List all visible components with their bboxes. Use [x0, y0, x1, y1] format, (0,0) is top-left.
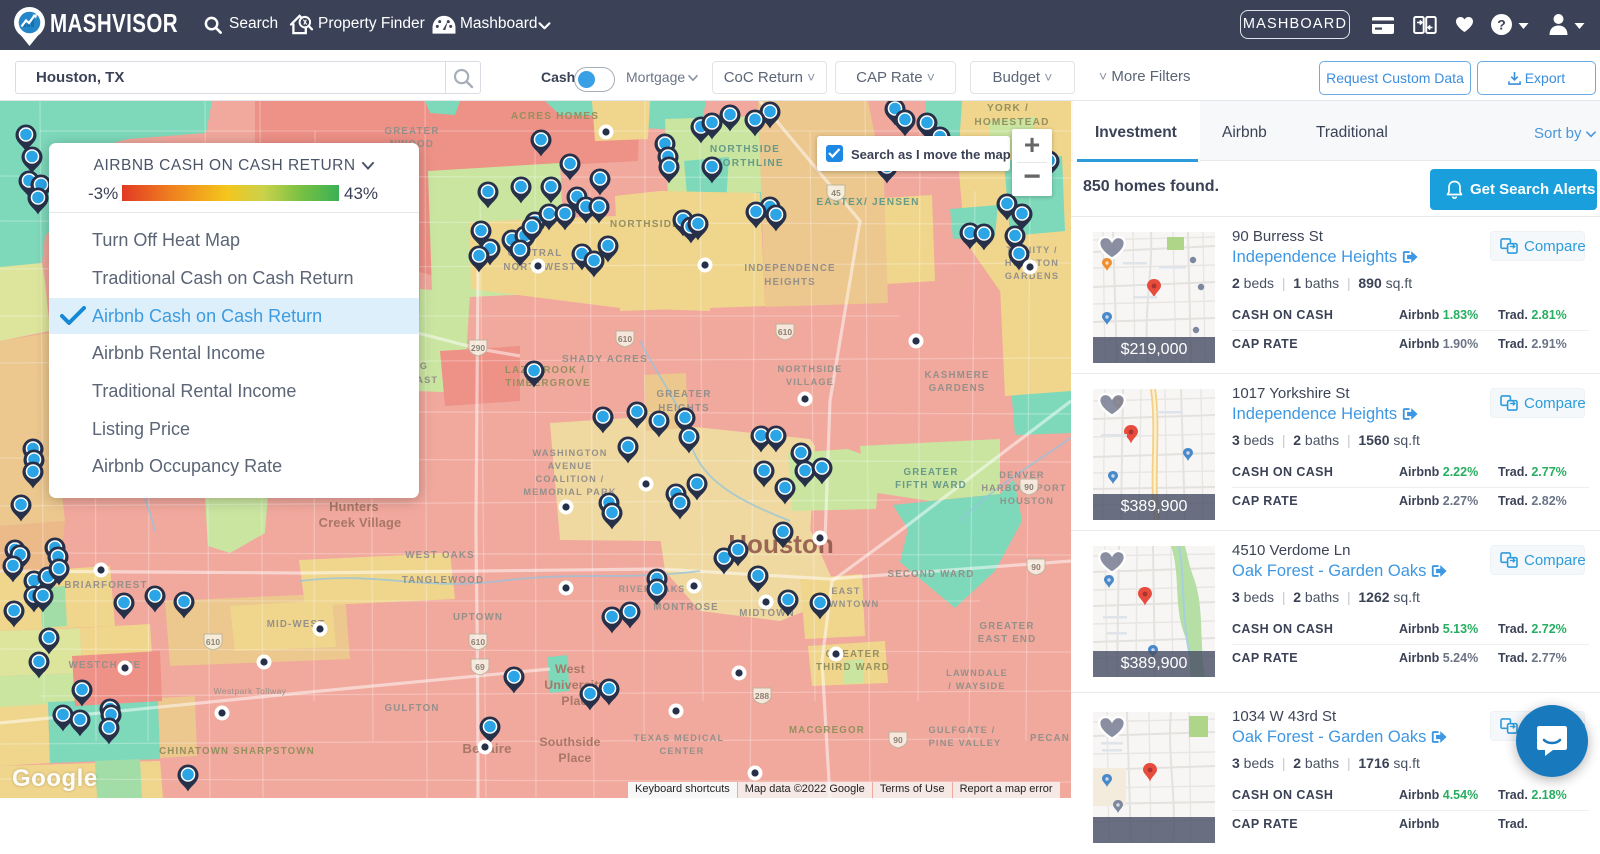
svg-text:Place: Place: [558, 751, 591, 765]
svg-text:GREATER: GREATER: [384, 126, 439, 137]
svg-text:90: 90: [1031, 562, 1041, 572]
svg-text:EAST END: EAST END: [978, 634, 1037, 645]
svg-text:ACRES HOMES: ACRES HOMES: [511, 111, 599, 122]
svg-text:290: 290: [471, 343, 485, 353]
svg-text:NORTHSIDE: NORTHSIDE: [610, 219, 680, 230]
svg-text:West: West: [555, 662, 585, 676]
svg-text:/ WAYSIDE: / WAYSIDE: [948, 681, 1005, 691]
svg-text:Creek Village: Creek Village: [319, 515, 402, 530]
svg-text:CENTER: CENTER: [660, 746, 705, 756]
svg-text:NORTHSIDE: NORTHSIDE: [710, 144, 780, 155]
svg-text:GULFTON: GULFTON: [384, 703, 439, 714]
svg-text:TANGLEWOOD: TANGLEWOOD: [402, 575, 484, 586]
svg-text:WASHINGTON: WASHINGTON: [532, 448, 607, 458]
svg-text:GULFGATE /: GULFGATE /: [929, 725, 996, 735]
svg-text:NORTHSIDE: NORTHSIDE: [778, 364, 843, 374]
svg-text:CHINATOWN SHARPSTOWN: CHINATOWN SHARPSTOWN: [159, 746, 315, 757]
svg-text:90: 90: [1024, 482, 1034, 492]
svg-text:Southside: Southside: [539, 735, 600, 749]
svg-text:YORK /: YORK /: [987, 103, 1029, 114]
svg-text:SHADY ACRES: SHADY ACRES: [562, 354, 648, 365]
svg-text:VILLAGE: VILLAGE: [786, 377, 834, 387]
svg-text:INDEPENDENCE: INDEPENDENCE: [744, 263, 835, 274]
svg-text:288: 288: [755, 691, 769, 701]
svg-text:HEIGHTS: HEIGHTS: [764, 277, 815, 288]
svg-text:SECOND WARD: SECOND WARD: [888, 569, 975, 580]
svg-text:AVENUE: AVENUE: [548, 461, 593, 471]
svg-text:COALITION /: COALITION /: [536, 474, 605, 484]
svg-text:KASHMERE: KASHMERE: [924, 370, 989, 381]
svg-text:GARDENS: GARDENS: [929, 383, 986, 394]
svg-text:LAZYBROOK /: LAZYBROOK /: [505, 365, 585, 376]
svg-text:Hunters: Hunters: [329, 499, 379, 514]
svg-text:MONTROSE: MONTROSE: [653, 602, 719, 613]
svg-text:PECAN: PECAN: [1030, 733, 1070, 744]
svg-text:TEXAS MEDICAL: TEXAS MEDICAL: [634, 733, 725, 743]
svg-text:UPTOWN: UPTOWN: [453, 612, 503, 623]
svg-text:?: ?: [1497, 17, 1506, 33]
svg-text:BRIARFOREST: BRIARFOREST: [64, 580, 147, 591]
svg-text:GREATER: GREATER: [903, 467, 958, 478]
svg-text:GREATER: GREATER: [656, 389, 711, 400]
svg-text:610: 610: [618, 334, 632, 344]
svg-text:TIMBERGROVE: TIMBERGROVE: [505, 378, 590, 389]
svg-text:Westpark Tollway: Westpark Tollway: [214, 686, 287, 696]
svg-text:HOMESTEAD: HOMESTEAD: [974, 117, 1049, 128]
svg-text:610: 610: [206, 637, 220, 647]
svg-text:THIRD WARD: THIRD WARD: [816, 662, 890, 673]
svg-text:LAWNDALE: LAWNDALE: [946, 668, 1008, 678]
svg-text:69: 69: [475, 662, 485, 672]
svg-text:FIFTH WARD: FIFTH WARD: [895, 480, 967, 491]
svg-text:EAST: EAST: [831, 586, 860, 596]
svg-text:GREATER: GREATER: [979, 621, 1034, 632]
svg-text:610: 610: [778, 327, 792, 337]
svg-text:90: 90: [893, 735, 903, 745]
svg-text:MACGREGOR: MACGREGOR: [789, 725, 865, 736]
svg-text:WEST OAKS: WEST OAKS: [405, 550, 474, 561]
svg-text:HOUSTON: HOUSTON: [1000, 496, 1054, 506]
svg-text:45: 45: [831, 188, 841, 198]
svg-text:PINE VALLEY: PINE VALLEY: [929, 738, 1002, 748]
svg-text:610: 610: [471, 637, 485, 647]
